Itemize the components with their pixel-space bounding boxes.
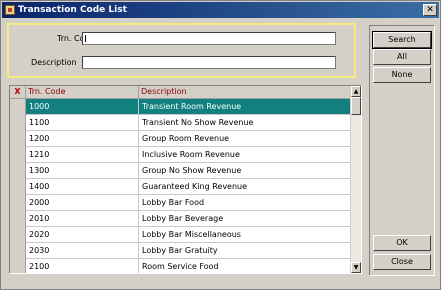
row-marker xyxy=(10,243,26,259)
table-row[interactable]: 1200 Group Room Revenue xyxy=(10,131,352,147)
grid-vertical-scrollbar[interactable]: ▲ ▼ xyxy=(350,86,361,273)
row-trn-code[interactable]: 1400 xyxy=(26,179,139,195)
none-button[interactable]: None xyxy=(373,67,431,83)
row-trn-code[interactable]: 1300 xyxy=(26,163,139,179)
row-description[interactable]: Transient No Show Revenue xyxy=(139,115,352,131)
row-marker xyxy=(10,131,26,147)
scrollbar-thumb[interactable] xyxy=(351,97,361,115)
row-marker xyxy=(10,211,26,227)
row-trn-code[interactable]: 2020 xyxy=(26,227,139,243)
table-row[interactable]: 2100 Room Service Food xyxy=(10,259,352,273)
row-trn-code[interactable]: 1100 xyxy=(26,115,139,131)
description-label: Description xyxy=(31,58,77,67)
transaction-code-grid: X Trn. Code Description 1000 Transient R… xyxy=(9,85,362,274)
row-marker xyxy=(10,179,26,195)
trn-code-input[interactable] xyxy=(82,32,336,45)
table-row[interactable]: 1300 Group No Show Revenue xyxy=(10,163,352,179)
table-row[interactable]: 2010 Lobby Bar Beverage xyxy=(10,211,352,227)
table-row[interactable]: 2020 Lobby Bar Miscellaneous xyxy=(10,227,352,243)
row-description[interactable]: Group Room Revenue xyxy=(139,131,352,147)
delete-column-header[interactable]: X xyxy=(10,86,26,99)
row-description[interactable]: Guaranteed King Revenue xyxy=(139,179,352,195)
row-marker xyxy=(10,163,26,179)
row-marker xyxy=(10,259,26,273)
action-button-panel: Search All None OK Close xyxy=(369,25,435,276)
row-trn-code[interactable]: 2010 xyxy=(26,211,139,227)
row-description[interactable]: Room Service Food xyxy=(139,259,352,273)
row-trn-code[interactable]: 2030 xyxy=(26,243,139,259)
close-button[interactable]: Close xyxy=(373,254,431,270)
table-row[interactable]: 1000 Transient Room Revenue xyxy=(10,99,352,115)
row-description[interactable]: Lobby Bar Gratuity xyxy=(139,243,352,259)
row-trn-code[interactable]: 1210 xyxy=(26,147,139,163)
row-marker xyxy=(10,147,26,163)
row-description[interactable]: Lobby Bar Miscellaneous xyxy=(139,227,352,243)
row-description[interactable]: Lobby Bar Food xyxy=(139,195,352,211)
title-bar[interactable]: Transaction Code List ✕ xyxy=(2,2,439,18)
description-input[interactable] xyxy=(82,56,336,69)
row-description[interactable]: Transient Room Revenue xyxy=(139,99,352,115)
row-trn-code[interactable]: 2000 xyxy=(26,195,139,211)
row-trn-code[interactable]: 1200 xyxy=(26,131,139,147)
search-criteria-panel: Trn. Code Description xyxy=(7,23,356,78)
row-description[interactable]: Inclusive Room Revenue xyxy=(139,147,352,163)
scroll-down-icon[interactable]: ▼ xyxy=(351,262,361,273)
table-row[interactable]: 1210 Inclusive Room Revenue xyxy=(10,147,352,163)
trn-code-column-header[interactable]: Trn. Code xyxy=(26,86,139,99)
scroll-up-icon[interactable]: ▲ xyxy=(351,86,361,97)
text-caret xyxy=(85,35,86,42)
all-button[interactable]: All xyxy=(373,49,431,65)
search-button[interactable]: Search xyxy=(372,31,432,49)
table-row[interactable]: 2030 Lobby Bar Gratuity xyxy=(10,243,352,259)
row-marker xyxy=(10,99,26,115)
row-trn-code[interactable]: 1000 xyxy=(26,99,139,115)
row-marker xyxy=(10,115,26,131)
close-window-button[interactable]: ✕ xyxy=(423,4,437,16)
transaction-code-list-window: Transaction Code List ✕ Trn. Code Descri… xyxy=(0,0,441,290)
row-description[interactable]: Group No Show Revenue xyxy=(139,163,352,179)
window-title: Transaction Code List xyxy=(18,5,127,15)
description-column-header[interactable]: Description xyxy=(139,86,352,99)
grid-rows: 1000 Transient Room Revenue 1100 Transie… xyxy=(10,99,352,273)
row-marker xyxy=(10,227,26,243)
table-row[interactable]: 1400 Guaranteed King Revenue xyxy=(10,179,352,195)
row-description[interactable]: Lobby Bar Beverage xyxy=(139,211,352,227)
row-trn-code[interactable]: 2100 xyxy=(26,259,139,273)
app-icon xyxy=(5,5,15,15)
table-row[interactable]: 1100 Transient No Show Revenue xyxy=(10,115,352,131)
table-row[interactable]: 2000 Lobby Bar Food xyxy=(10,195,352,211)
grid-header: X Trn. Code Description xyxy=(10,86,352,99)
row-marker xyxy=(10,195,26,211)
ok-button[interactable]: OK xyxy=(373,235,431,251)
